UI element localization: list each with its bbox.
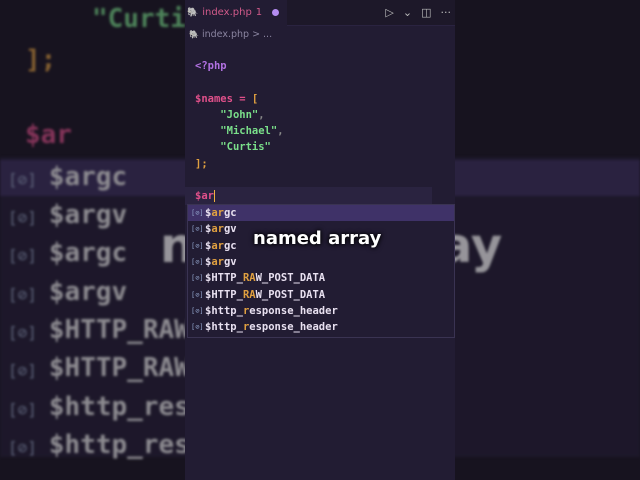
- breadcrumb-file[interactable]: index.php: [202, 29, 249, 40]
- bracket-open: [: [251, 92, 259, 105]
- suggestion-item[interactable]: [⊘] $argc: [188, 205, 454, 222]
- more-actions-icon[interactable]: ···: [441, 6, 452, 19]
- variable-icon: [⊘]: [191, 306, 204, 315]
- unsaved-dot-icon[interactable]: [272, 9, 280, 16]
- bg-curtis: "Curti: [92, 4, 186, 34]
- suggestion-label: $argv: [205, 256, 237, 269]
- bg-close: ];: [25, 45, 57, 75]
- typed-text: $ar: [195, 190, 214, 203]
- variable-icon: [⊘]: [191, 209, 204, 218]
- suggestion-label: $HTTP_RAW_POST_DATA: [205, 288, 326, 301]
- breadcrumb: 🐘 index.php > ...: [185, 26, 455, 42]
- breadcrumb-sep: >: [252, 28, 261, 40]
- video-caption: named array: [253, 228, 382, 249]
- text-cursor: [213, 190, 216, 203]
- bg-typed: $ar: [25, 120, 72, 150]
- suggestion-label: $argc: [205, 207, 237, 220]
- variable-icon: [⊘]: [191, 258, 204, 267]
- suggestion-item[interactable]: [⊘] $http_response_header: [188, 303, 454, 319]
- suggestion-item[interactable]: [⊘] $HTTP_RAW_POST_DATA: [188, 286, 454, 302]
- code-editor[interactable]: <?php $names = [ "John", "Michael", "Cur…: [195, 58, 284, 205]
- comma: ,: [277, 125, 284, 138]
- suggestion-item[interactable]: [⊘] $argv: [188, 254, 454, 270]
- php-icon: 🐘: [187, 7, 199, 18]
- tab-index-php[interactable]: 🐘 index.php 1: [185, 0, 288, 26]
- array-close: ];: [195, 157, 208, 170]
- suggestion-item[interactable]: [⊘] $HTTP_RAW_POST_DATA: [188, 270, 454, 286]
- var-names: $names: [195, 92, 233, 105]
- problem-count: 1: [255, 7, 263, 18]
- tab-bar: 🐘 index.php 1 ▷ ⌄ ◫ ···: [185, 0, 455, 26]
- php-open-tag: <?php: [195, 60, 227, 72]
- chevron-down-icon[interactable]: ⌄: [403, 6, 412, 19]
- string-michael: "Michael": [220, 125, 278, 138]
- split-editor-icon[interactable]: ◫: [421, 6, 431, 19]
- run-icon[interactable]: ▷: [385, 6, 393, 19]
- variable-icon: [⊘]: [191, 274, 204, 283]
- suggestion-label: $http_response_header: [205, 304, 338, 317]
- suggestion-label: $argc: [205, 239, 237, 252]
- variable-icon: [⊘]: [191, 225, 204, 234]
- suggestion-label: $argv: [205, 223, 237, 236]
- breadcrumb-more[interactable]: ...: [263, 29, 272, 40]
- autocomplete-list[interactable]: [⊘] $argc [⊘] $argv [⊘] $argc [⊘] $argv [⊘] $HTTP…: [187, 204, 455, 338]
- variable-icon: [⊘]: [191, 290, 204, 299]
- suggestion-item[interactable]: [⊘] $http_response_header: [188, 319, 454, 335]
- tab-filename: index.php: [202, 7, 252, 18]
- suggestion-label: $HTTP_RAW_POST_DATA: [205, 272, 326, 285]
- string-john: "John": [220, 108, 259, 121]
- variable-icon: [⊘]: [191, 323, 204, 332]
- variable-icon: [⊘]: [191, 241, 204, 250]
- suggestion-label: $http_response_header: [205, 321, 338, 334]
- string-curtis: "Curtis": [220, 141, 271, 154]
- php-icon: 🐘: [189, 29, 199, 39]
- comma: ,: [258, 108, 265, 121]
- assign-op: =: [239, 92, 246, 105]
